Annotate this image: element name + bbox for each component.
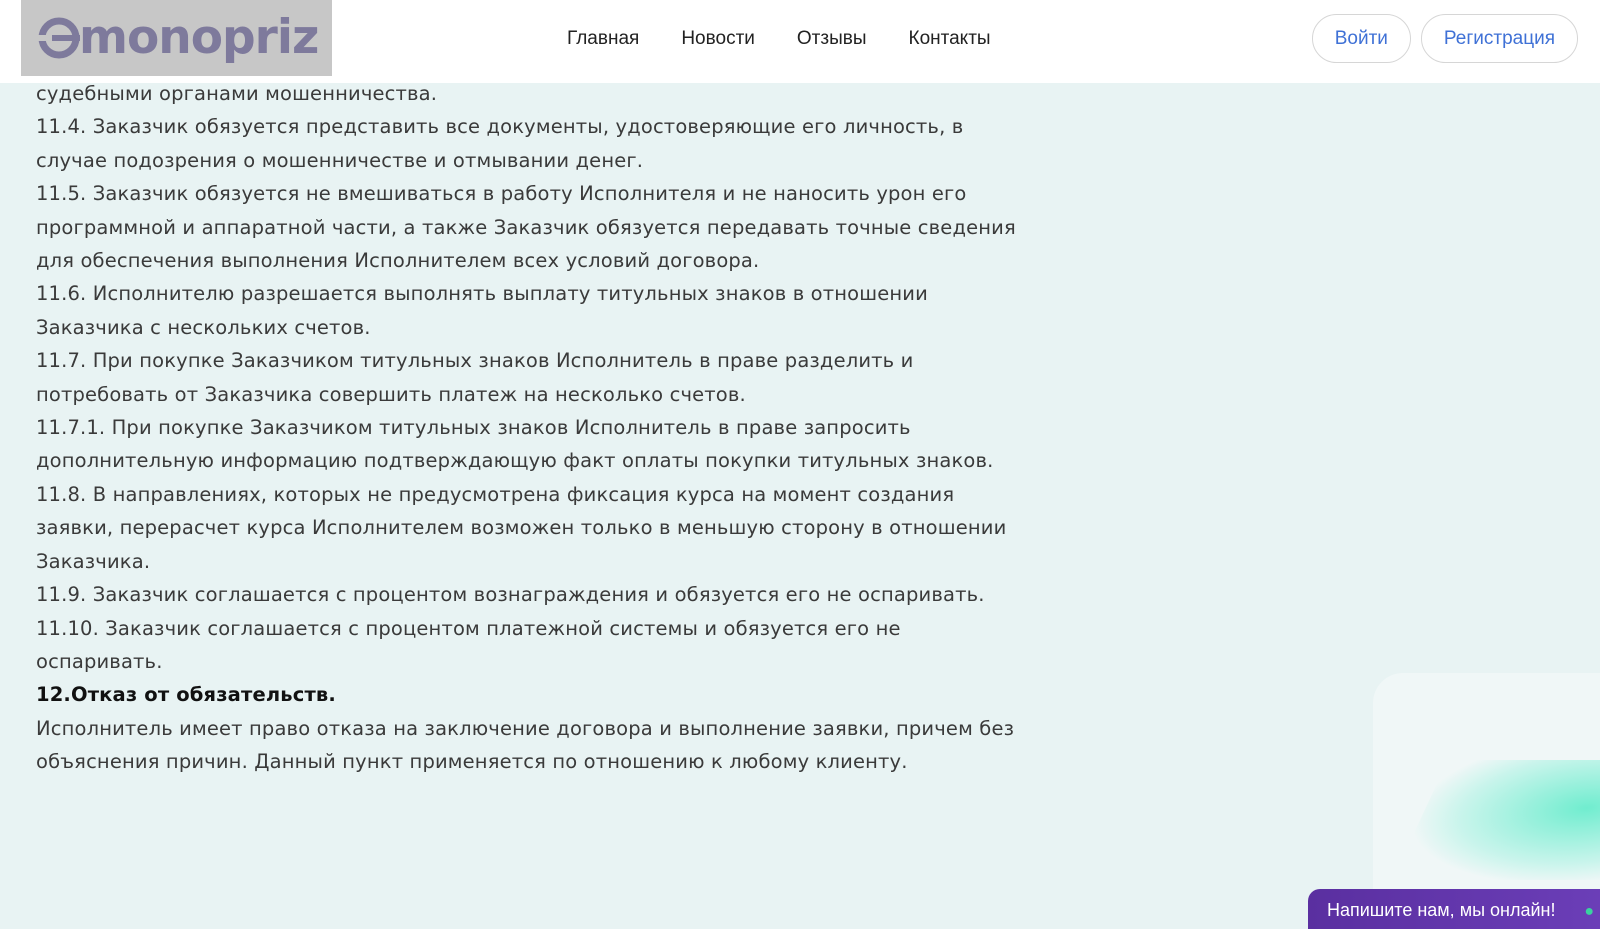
nav-contacts[interactable]: Контакты <box>909 28 991 50</box>
paragraph: 11.7.1. При покупке Заказчиком титульных… <box>36 416 994 473</box>
paragraph: 11.8. В направлениях, которых не предусм… <box>36 482 1007 573</box>
nav-home[interactable]: Главная <box>567 28 639 50</box>
section-text: Исполнитель имеет право отказа на заключ… <box>36 716 1015 774</box>
chat-widget-button[interactable]: Напишите нам, мы онлайн! ● <box>1308 889 1600 929</box>
section-heading: 12.Отказ от обязательств. <box>36 683 336 707</box>
login-button[interactable]: Войти <box>1311 14 1411 63</box>
paragraph: 11.7. При покупке Заказчиком титульных з… <box>36 349 914 406</box>
main-nav: Главная Новости Отзывы Контакты <box>567 0 1033 78</box>
paragraph: 11.4. Заказчик обязуется представить все… <box>36 115 964 172</box>
nav-reviews[interactable]: Отзывы <box>797 28 867 50</box>
page: monopriz Главная Новости Отзывы Контакты… <box>0 0 1600 929</box>
chat-icon: ● <box>1584 903 1594 920</box>
header: monopriz Главная Новости Отзывы Контакты… <box>0 0 1600 83</box>
logo[interactable]: monopriz <box>21 0 332 76</box>
paragraph: 11.6. Исполнителю разрешается выполнять … <box>36 282 928 339</box>
paragraph: 11.10. Заказчик соглашается с процентом … <box>36 616 901 673</box>
logo-mark-icon <box>38 17 80 59</box>
nav-news[interactable]: Новости <box>681 28 755 50</box>
chat-widget-label: Напишите нам, мы онлайн! <box>1327 899 1556 920</box>
auth-buttons: Войти Регистрация <box>1311 14 1578 63</box>
paragraph: 11.5. Заказчик обязуется не вмешиваться … <box>36 182 1016 273</box>
terms-content: судебными органами мошенничества. 11.4. … <box>36 77 1026 779</box>
paragraph: 11.9. Заказчик соглашается с процентом в… <box>36 583 985 607</box>
logo-text: monopriz <box>79 10 319 65</box>
register-button[interactable]: Регистрация <box>1420 14 1578 63</box>
